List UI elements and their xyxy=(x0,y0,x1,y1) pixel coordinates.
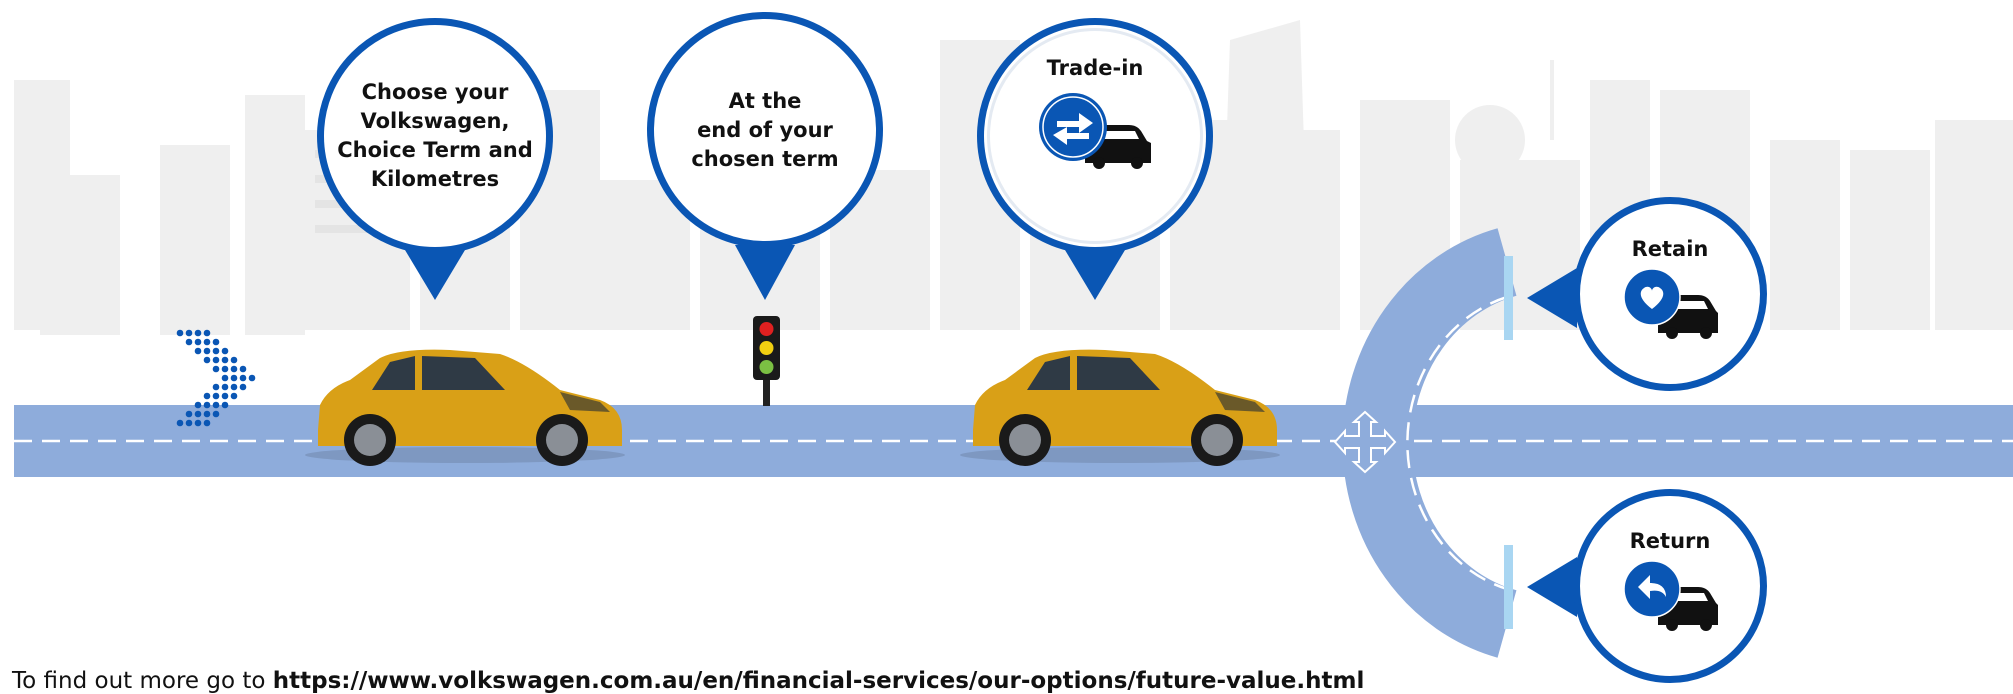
chevron-dot xyxy=(212,383,220,391)
chevron-dot xyxy=(239,383,247,391)
chevron-dot xyxy=(194,401,202,409)
chevron-dot xyxy=(203,401,211,409)
step-choose-text: Choose your Volkswagen, Choice Term and … xyxy=(337,80,533,191)
hatchback-car-icon xyxy=(960,349,1280,466)
chevron-dot xyxy=(212,365,220,373)
hatchback-car-icon xyxy=(305,349,625,466)
step-trade-in-text: Trade-in xyxy=(1046,55,1144,80)
footer-link[interactable]: https://www.volkswagen.com.au/en/financi… xyxy=(273,668,1365,694)
chevron-dot xyxy=(230,374,238,382)
chevron-dot xyxy=(194,410,202,418)
chevron-dot xyxy=(203,410,211,418)
chevron-dot xyxy=(194,347,202,355)
footer-prefix: To find out more go to xyxy=(12,668,273,694)
chevron-dot xyxy=(194,329,202,337)
chevron-dot xyxy=(212,347,220,355)
chevron-dot xyxy=(203,347,211,355)
chevron-dot xyxy=(230,356,238,364)
chevron-dot xyxy=(221,356,229,364)
chevron-dot xyxy=(221,374,229,382)
step-trade-in-bubble: Trade-in xyxy=(977,18,1213,254)
chevron-dot xyxy=(176,329,184,337)
step-choose-bubble: Choose your Volkswagen, Choice Term and … xyxy=(317,18,553,254)
chevron-dot xyxy=(212,401,220,409)
chevron-dot xyxy=(221,383,229,391)
chevron-dot xyxy=(221,392,229,400)
chevron-dot xyxy=(185,338,193,346)
retain-lane-marker xyxy=(1504,256,1513,340)
traffic-light-icon xyxy=(753,316,780,406)
swap-arrows-car-icon xyxy=(1039,92,1151,169)
chevron-dot xyxy=(203,329,211,337)
step-end-term-bubble: At the end of your chosen term xyxy=(647,12,883,248)
chevron-dot xyxy=(194,419,202,427)
chevron-dot xyxy=(221,365,229,373)
chevron-dot xyxy=(185,410,193,418)
option-return-text: Return xyxy=(1629,529,1711,553)
chevron-dot xyxy=(203,419,211,427)
return-lane-marker xyxy=(1504,545,1513,629)
chevron-dot xyxy=(185,329,193,337)
chevron-dot xyxy=(212,410,220,418)
chevron-dot xyxy=(203,356,211,364)
chevron-dot xyxy=(248,374,256,382)
option-retain-bubble: Retain xyxy=(1573,197,1767,391)
step-end-term-text: At the end of your chosen term xyxy=(691,88,839,171)
chevron-dot xyxy=(185,419,193,427)
chevron-dot xyxy=(176,419,184,427)
chevron-dot xyxy=(212,392,220,400)
return-arrow-car-icon xyxy=(1623,560,1718,631)
finance-journey-diagram: Choose your Volkswagen, Choice Term and … xyxy=(0,0,2013,694)
chevron-dot xyxy=(212,356,220,364)
footer-note: To find out more go to https://www.volks… xyxy=(12,668,1364,694)
chevron-dot xyxy=(230,365,238,373)
bubble-pointer xyxy=(1527,557,1577,617)
chevron-dot xyxy=(239,365,247,373)
chevron-dot xyxy=(221,401,229,409)
option-return-bubble: Return xyxy=(1573,489,1767,683)
option-retain-text: Retain xyxy=(1631,237,1709,261)
chevron-dot xyxy=(230,392,238,400)
chevron-dot xyxy=(230,383,238,391)
chevron-dot xyxy=(239,374,247,382)
chevron-dot xyxy=(203,338,211,346)
heart-car-icon xyxy=(1623,268,1718,339)
chevron-dot xyxy=(212,338,220,346)
chevron-dot xyxy=(221,347,229,355)
chevron-dot xyxy=(203,392,211,400)
chevron-dot xyxy=(194,338,202,346)
